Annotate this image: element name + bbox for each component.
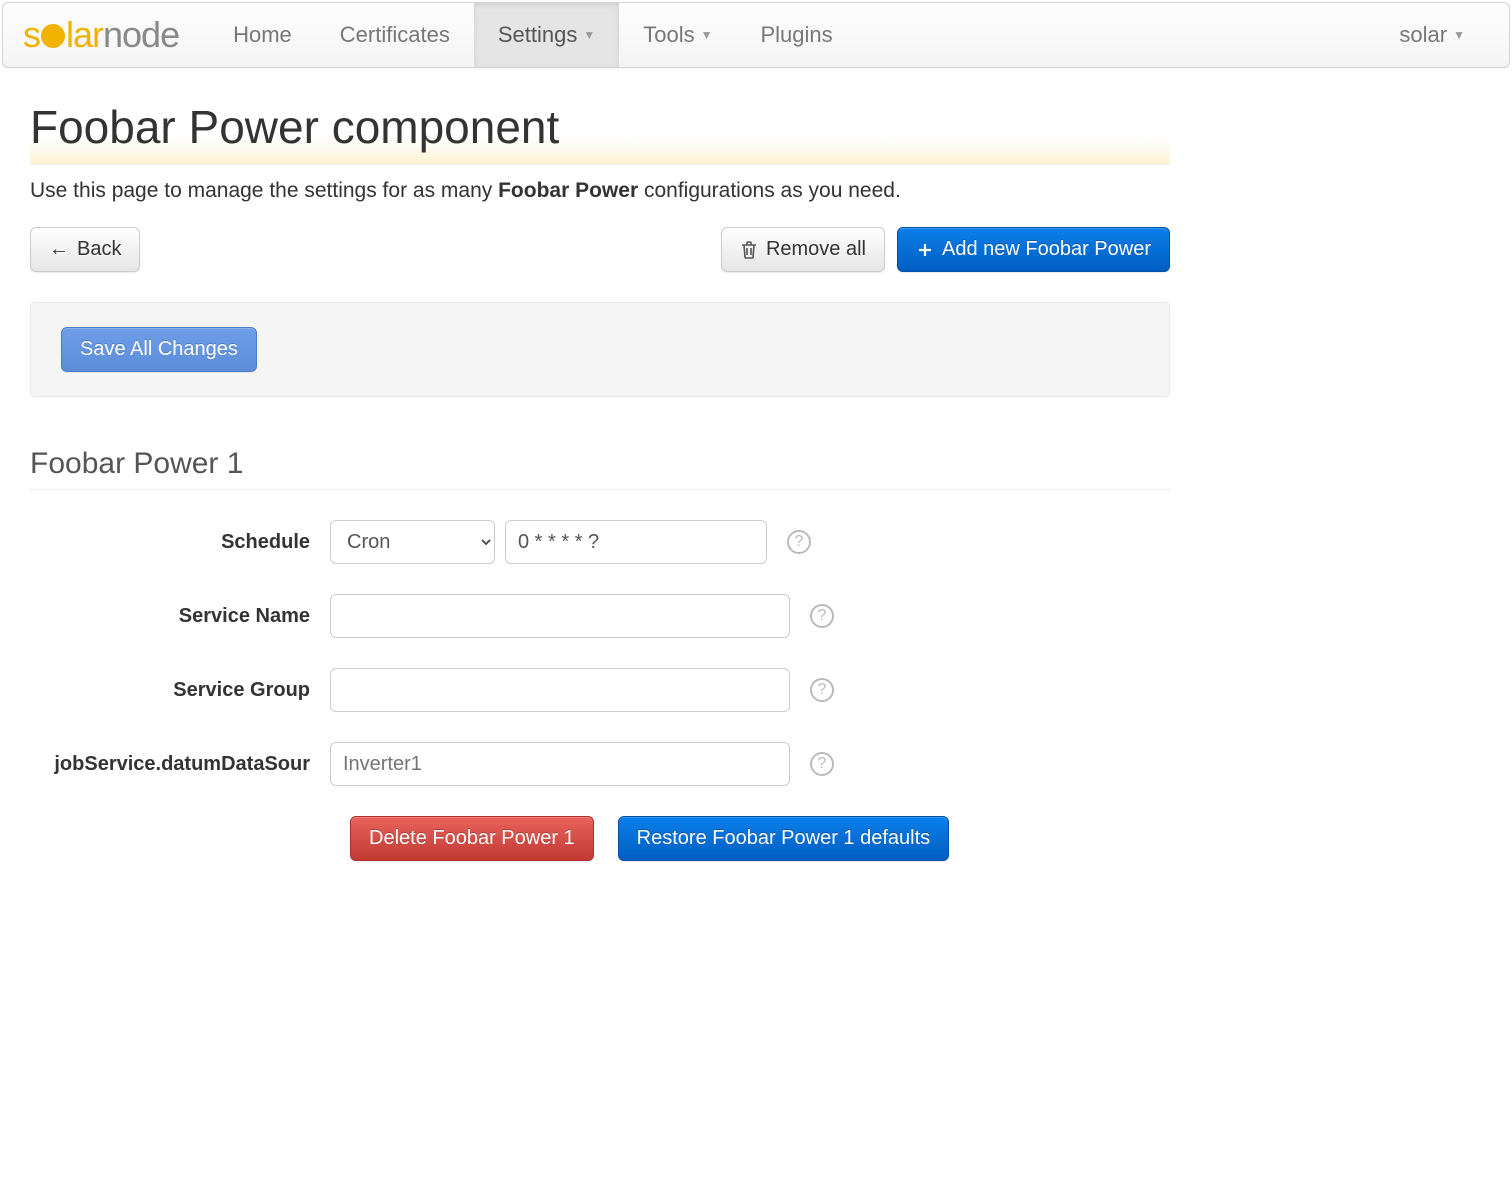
service-name-input[interactable] <box>330 594 790 638</box>
delete-button[interactable]: Delete Foobar Power 1 <box>350 816 594 861</box>
nav-plugins[interactable]: Plugins <box>736 3 856 67</box>
help-icon[interactable]: ? <box>810 678 834 702</box>
schedule-cron-input[interactable] <box>505 520 767 564</box>
help-icon[interactable]: ? <box>810 752 834 776</box>
save-bar: Save All Changes <box>30 302 1170 397</box>
remove-all-button[interactable]: Remove all <box>721 227 885 272</box>
chevron-down-icon: ▼ <box>1453 28 1465 42</box>
nav-home[interactable]: Home <box>209 3 316 67</box>
schedule-type-select[interactable]: Cron <box>330 520 495 564</box>
job-service-input[interactable] <box>330 742 790 786</box>
nav-user-menu[interactable]: solar▼ <box>1375 22 1489 48</box>
nav-items: Home Certificates Settings▼ Tools▼ Plugi… <box>209 3 857 67</box>
service-name-label: Service Name <box>30 605 330 628</box>
field-job-service: jobService.datumDataSour ? <box>30 742 1170 786</box>
page-subtitle: Use this page to manage the settings for… <box>30 179 1170 203</box>
service-group-label: Service Group <box>30 679 330 702</box>
brand-logo: slarnode <box>23 14 179 56</box>
nav-user: solar▼ <box>1375 22 1489 48</box>
field-service-group: Service Group ? <box>30 668 1170 712</box>
trash-icon <box>740 240 758 260</box>
section-actions: Delete Foobar Power 1 Restore Foobar Pow… <box>350 816 1170 861</box>
nav-certificates[interactable]: Certificates <box>316 3 474 67</box>
restore-defaults-button[interactable]: Restore Foobar Power 1 defaults <box>618 816 950 861</box>
navbar: slarnode Home Certificates Settings▼ Too… <box>2 2 1510 68</box>
schedule-label: Schedule <box>30 531 330 554</box>
field-service-name: Service Name ? <box>30 594 1170 638</box>
back-button[interactable]: ← Back <box>30 227 140 272</box>
chevron-down-icon: ▼ <box>583 28 595 42</box>
job-service-label: jobService.datumDataSour <box>30 753 330 776</box>
field-schedule: Schedule Cron ? <box>30 520 1170 564</box>
arrow-left-icon: ← <box>49 238 69 261</box>
section-title: Foobar Power 1 <box>30 447 1170 490</box>
save-all-button[interactable]: Save All Changes <box>61 327 257 372</box>
nav-tools[interactable]: Tools▼ <box>619 3 736 67</box>
nav-settings[interactable]: Settings▼ <box>474 3 619 67</box>
chevron-down-icon: ▼ <box>701 28 713 42</box>
service-group-input[interactable] <box>330 668 790 712</box>
help-icon[interactable]: ? <box>787 530 811 554</box>
add-new-button[interactable]: Add new Foobar Power <box>897 227 1170 272</box>
help-icon[interactable]: ? <box>810 604 834 628</box>
plus-icon <box>916 241 934 259</box>
page-title: Foobar Power component <box>30 100 1170 165</box>
toolbar: ← Back Remove all Add new Foobar Power <box>30 227 1170 272</box>
